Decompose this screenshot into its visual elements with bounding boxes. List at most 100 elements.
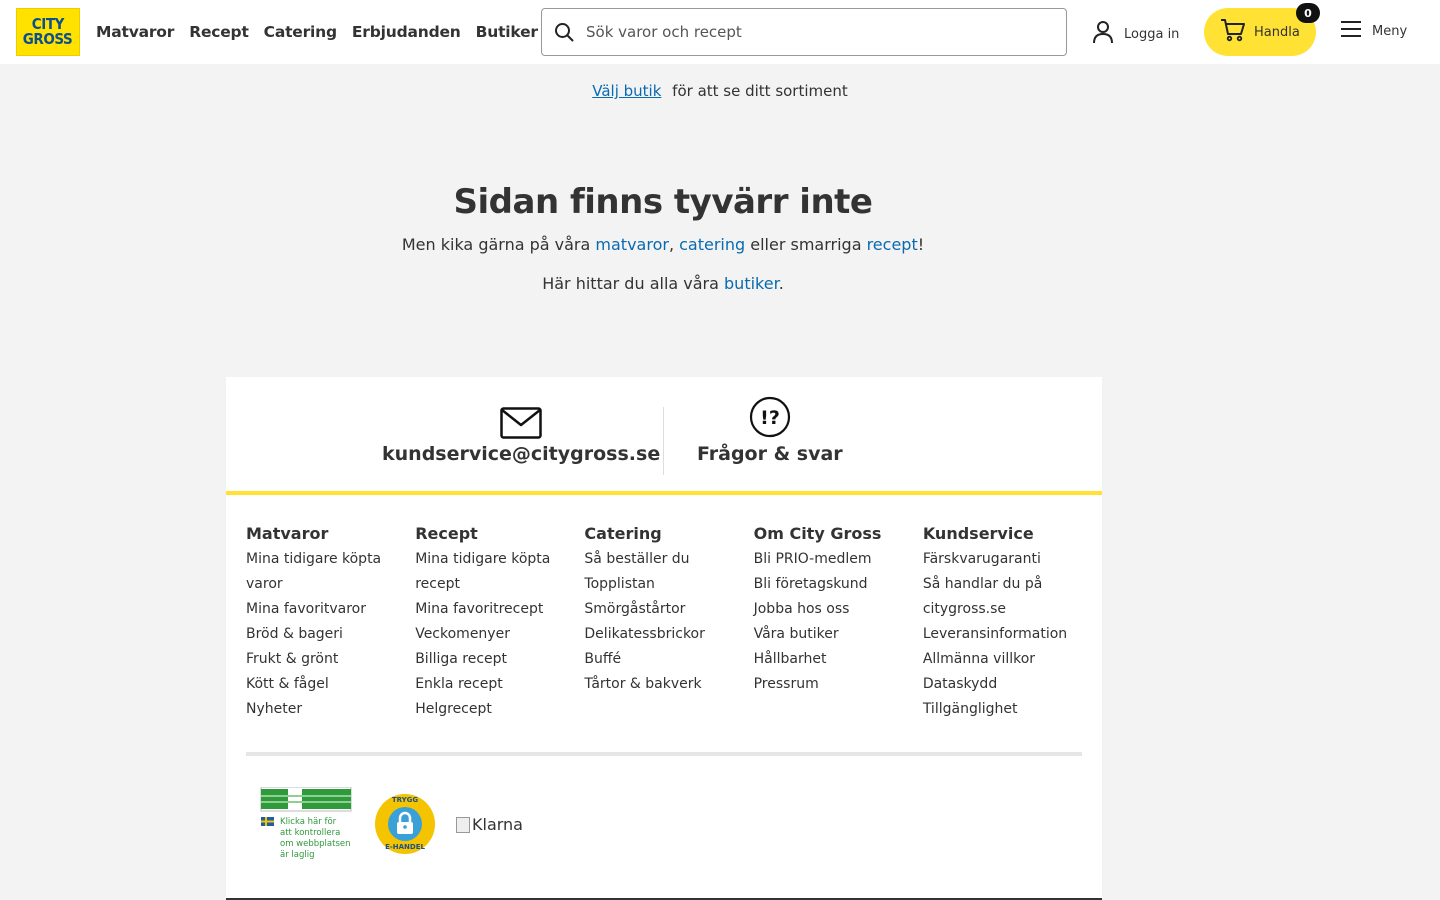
footer-link[interactable]: Mina favoritrecept	[415, 597, 584, 622]
cart-icon	[1220, 18, 1246, 46]
footer-link[interactable]: Hållbarhet	[754, 647, 923, 672]
catering-link[interactable]: catering	[679, 235, 745, 254]
footer-link[interactable]: Dataskydd	[923, 672, 1092, 697]
cart-count-badge: 0	[1296, 3, 1320, 23]
footer-link[interactable]: Veckomenyer	[415, 622, 584, 647]
footer-link[interactable]: Buffé	[584, 647, 753, 672]
search-input[interactable]	[586, 23, 1026, 41]
legal-check-line: Klicka här för	[280, 817, 337, 827]
legal-check-line: är laglig	[280, 850, 315, 860]
footer-column-recept: Recept Mina tidigare köpta recept Mina f…	[415, 523, 584, 722]
faq-label: Frågor & svar	[697, 443, 843, 465]
recept-link[interactable]: recept	[867, 235, 918, 254]
nav-recept[interactable]: Recept	[189, 20, 249, 44]
butiker-link[interactable]: butiker	[724, 274, 779, 293]
trygg-bottom-text: E-HANDEL	[385, 843, 425, 851]
legal-check-line: att kontrollera	[280, 828, 341, 838]
footer-link[interactable]: Bli företagskund	[754, 572, 923, 597]
logo-line-2: GROSS	[23, 30, 73, 48]
footer-divider	[246, 752, 1082, 756]
footer-column-kundservice: Kundservice Färskvarugaranti Så handlar …	[923, 523, 1092, 722]
nav-matvaror[interactable]: Matvaror	[96, 20, 174, 44]
contact-bar: kundservice@citygross.se !? Frågor & sva…	[226, 377, 1102, 495]
suggestion-prefix: Men kika gärna på våra	[401, 235, 596, 254]
footer-link[interactable]: Enkla recept	[415, 672, 584, 697]
footer-link[interactable]: Tårtor & bakverk	[584, 672, 753, 697]
stores-suffix: .	[778, 274, 784, 293]
nav-butiker[interactable]: Butiker	[476, 20, 538, 44]
cart-label: Handla	[1254, 24, 1300, 40]
footer-link[interactable]: Topplistan	[584, 572, 753, 597]
footer-column-title: Om City Gross	[753, 524, 882, 543]
hamburger-icon	[1340, 20, 1362, 42]
footer-link[interactable]: Jobba hos oss	[754, 597, 923, 622]
trust-badges: Klicka här för att kontrollera om webbpl…	[260, 786, 660, 867]
email-contact[interactable]: kundservice@citygross.se	[382, 395, 660, 465]
stores-prefix: Här hittar du alla våra	[542, 274, 725, 293]
not-found-suggestions: Men kika gärna på våra matvaror, caterin…	[0, 235, 1326, 254]
suggestion-middle: eller smarriga	[745, 235, 867, 254]
footer-link[interactable]: Mina tidigare köpta varor	[246, 547, 415, 597]
footer-column-om-city-gross: Om City Gross Bli PRIO-medlem Bli företa…	[754, 523, 923, 722]
store-selector-text: för att se ditt sortiment	[672, 82, 848, 100]
city-gross-logo[interactable]: CITY GROSS	[16, 8, 80, 56]
site-header: CITY GROSS Matvaror Recept Catering Erbj…	[0, 0, 1440, 64]
site-footer: kundservice@citygross.se !? Frågor & sva…	[226, 377, 1102, 900]
login-label: Logga in	[1124, 26, 1180, 42]
nav-erbjudanden[interactable]: Erbjudanden	[352, 20, 461, 44]
footer-column-title: Kundservice	[922, 524, 1034, 543]
email-address: kundservice@citygross.se	[382, 443, 661, 465]
footer-link[interactable]: Billiga recept	[415, 647, 584, 672]
footer-link[interactable]: Våra butiker	[754, 622, 923, 647]
footer-link[interactable]: Pressrum	[754, 672, 923, 697]
footer-link[interactable]: Bli PRIO-medlem	[754, 547, 923, 572]
footer-link[interactable]: Mina tidigare köpta recept	[415, 547, 584, 597]
footer-link[interactable]: Bröd & bageri	[246, 622, 415, 647]
trygg-top-text: TRYGG	[391, 796, 419, 804]
search-box[interactable]	[541, 8, 1067, 56]
menu-button[interactable]: Meny	[1340, 20, 1407, 42]
footer-column-title: Matvaror	[246, 524, 329, 543]
store-selector-bar: Välj butik för att se ditt sortiment	[0, 82, 1440, 100]
footer-column-catering: Catering Så beställer du Topplistan Smör…	[584, 523, 753, 722]
envelope-icon	[500, 395, 542, 439]
not-found-stores: Här hittar du alla våra butiker.	[0, 274, 1326, 293]
menu-label: Meny	[1372, 23, 1408, 39]
main-nav: Matvaror Recept Catering Erbjudanden But…	[96, 20, 553, 44]
search-icon	[554, 22, 574, 42]
suggestion-separator: ,	[668, 235, 680, 254]
footer-link[interactable]: Så handlar du på citygross.se	[923, 572, 1092, 622]
page-title: Sidan finns tyvärr inte	[453, 182, 873, 222]
footer-link[interactable]: Leveransinformation	[923, 622, 1092, 647]
klarna-badge[interactable]: Klarna	[456, 815, 523, 834]
legal-check-badge[interactable]: Klicka här för att kontrollera om webbpl…	[260, 786, 352, 863]
footer-link[interactable]: Smörgåstårtor	[584, 597, 753, 622]
select-store-link[interactable]: Välj butik	[592, 82, 661, 100]
nav-catering[interactable]: Catering	[264, 20, 337, 44]
login-button[interactable]: Logga in	[1092, 20, 1179, 48]
footer-column-title: Recept	[415, 524, 478, 543]
footer-link[interactable]: Mina favoritvaror	[246, 597, 415, 622]
legal-check-text: Klicka här för att kontrollera om webbpl…	[280, 817, 351, 861]
footer-link[interactable]: Kött & fågel	[246, 672, 415, 697]
user-icon	[1092, 20, 1114, 48]
footer-link[interactable]: Så beställer du	[584, 547, 753, 572]
klarna-alt-text: Klarna	[472, 815, 523, 834]
suggestion-suffix: !	[917, 235, 925, 254]
broken-image-icon	[456, 816, 470, 833]
footer-link[interactable]: Tillgänglighet	[923, 697, 1092, 722]
footer-link[interactable]: Frukt & grönt	[246, 647, 415, 672]
footer-link[interactable]: Färskvarugaranti	[923, 547, 1092, 572]
legal-check-line: om webbplatsen	[280, 839, 351, 849]
question-exclamation-icon: !?	[749, 395, 791, 439]
footer-link[interactable]: Delikatessbrickor	[584, 622, 753, 647]
footer-link-columns: Matvaror Mina tidigare köpta varor Mina …	[246, 523, 1092, 722]
footer-link[interactable]: Helgrecept	[415, 697, 584, 722]
faq-link[interactable]: !? Frågor & svar	[697, 395, 843, 465]
footer-link[interactable]: Allmänna villkor	[923, 647, 1092, 672]
matvaror-link[interactable]: matvaror	[595, 235, 669, 254]
trygg-e-handel-badge[interactable]: TRYGG E-HANDEL	[374, 793, 436, 855]
footer-column-title: Catering	[584, 524, 662, 543]
svg-text:!?: !?	[760, 407, 780, 429]
footer-link[interactable]: Nyheter	[246, 697, 415, 722]
